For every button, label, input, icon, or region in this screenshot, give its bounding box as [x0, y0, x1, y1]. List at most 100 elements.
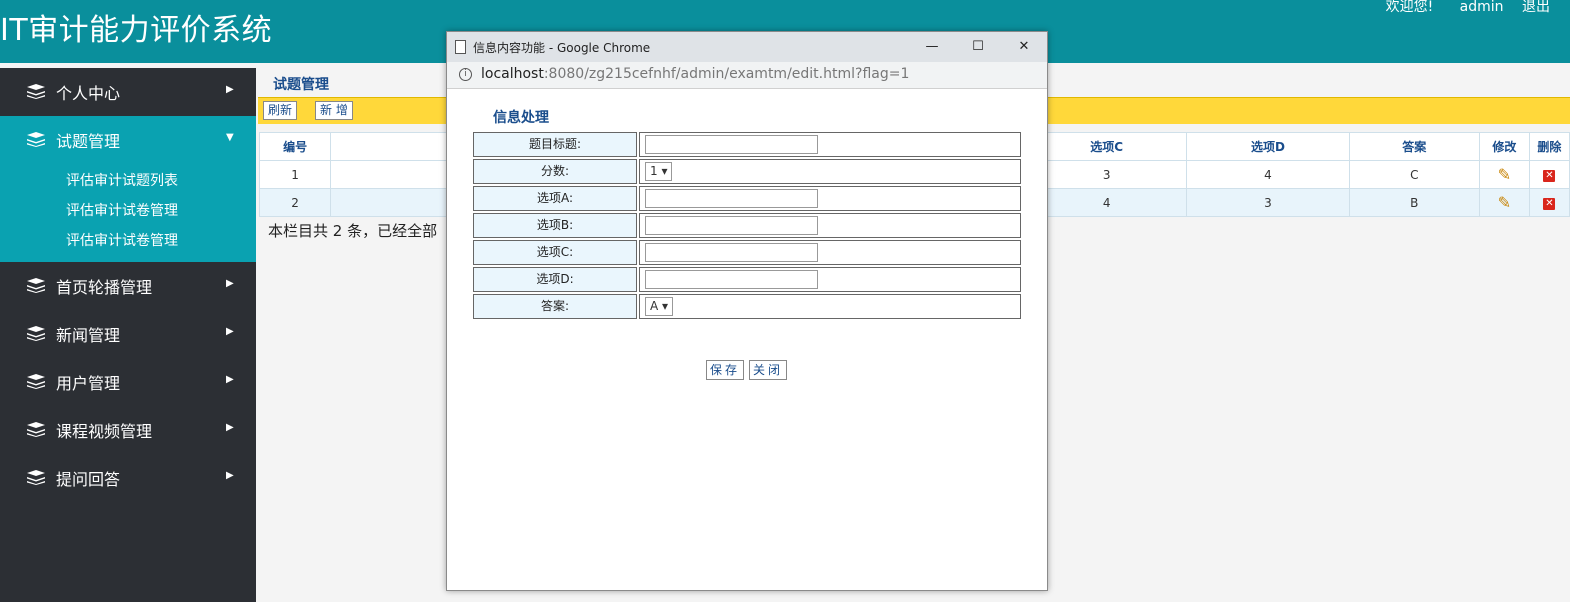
submenu-item-paper-management[interactable]: 评估审计试卷管理	[0, 196, 256, 226]
logout-link[interactable]: 退出	[1522, 0, 1550, 15]
option-d-input[interactable]	[645, 270, 818, 289]
stack-icon	[27, 422, 45, 437]
delete-cell: ✕	[1528, 188, 1570, 217]
option-c-input[interactable]	[645, 243, 818, 262]
form-row-answer: 答案: A ▾	[473, 294, 1023, 319]
submenu-item-question-list[interactable]: 评估审计试题列表	[0, 166, 256, 196]
cell-option-d: 4	[1186, 160, 1350, 189]
chevron-right-icon: ▶	[226, 278, 234, 289]
stack-icon	[27, 278, 45, 293]
stack-icon	[27, 470, 45, 485]
form-row-option-a: 选项A:	[473, 186, 1023, 211]
field-cell	[639, 132, 1021, 157]
record-count-text: 本栏目共 2 条，已经全部	[268, 222, 438, 240]
sidebar-item-exam-management[interactable]: 试题管理 ▼	[0, 116, 256, 164]
sidebar-item-qa[interactable]: 提问回答 ▶	[0, 454, 256, 502]
answer-select[interactable]: A ▾	[645, 297, 674, 316]
app-title: IT审计能力评价系统	[0, 13, 273, 48]
cell-option-c: 3	[1026, 160, 1188, 189]
save-button[interactable]: 保存	[706, 360, 745, 380]
field-label: 选项C:	[473, 240, 637, 265]
cell-option-c: 4	[1026, 188, 1188, 217]
form-row-option-c: 选项C:	[473, 240, 1023, 265]
url-text: localhost:8080/zg215cefnhf/admin/examtm/…	[481, 66, 910, 82]
cell-answer: C	[1348, 160, 1480, 189]
cell-option-d: 3	[1186, 188, 1350, 217]
cell-id: 1	[258, 160, 332, 189]
add-button[interactable]: 新 增	[315, 101, 353, 120]
column-header: 答案	[1348, 132, 1480, 161]
sidebar-item-label: 新闻管理	[56, 326, 121, 345]
chevron-right-icon: ▶	[226, 84, 234, 95]
address-bar[interactable]: i localhost:8080/zg215cefnhf/admin/examt…	[447, 62, 1047, 89]
column-header: 选项D	[1186, 132, 1350, 161]
stack-icon	[27, 374, 45, 389]
document-icon	[455, 40, 466, 54]
submenu: 评估审计试题列表 评估审计试卷管理 评估审计试卷管理	[0, 164, 256, 262]
window-titlebar[interactable]: 信息内容功能 - Google Chrome — ☐ ✕	[447, 32, 1047, 62]
page-title: 试题管理	[273, 77, 329, 93]
welcome-text: 欢迎您!	[1385, 0, 1434, 15]
stack-icon	[27, 132, 45, 147]
submenu-item-paper-management-2[interactable]: 评估审计试卷管理	[0, 226, 256, 256]
pencil-icon[interactable]: ✎	[1498, 165, 1511, 184]
field-label: 答案:	[473, 294, 637, 319]
form-row-title: 题目标题:	[473, 132, 1023, 157]
popup-window: 信息内容功能 - Google Chrome — ☐ ✕ i localhost…	[446, 31, 1048, 591]
field-label: 选项A:	[473, 186, 637, 211]
sidebar-item-label: 用户管理	[56, 374, 121, 393]
form-row-option-d: 选项D:	[473, 267, 1023, 292]
chevron-right-icon: ▶	[226, 374, 234, 385]
field-cell	[639, 213, 1021, 238]
chevron-down-icon: ▼	[226, 132, 234, 143]
option-b-input[interactable]	[645, 216, 818, 235]
option-a-input[interactable]	[645, 189, 818, 208]
pencil-icon[interactable]: ✎	[1498, 193, 1511, 212]
sidebar-item-label: 课程视频管理	[56, 422, 153, 441]
chevron-right-icon: ▶	[226, 470, 234, 481]
score-select[interactable]: 1 ▾	[645, 162, 673, 181]
column-header: 选项C	[1026, 132, 1188, 161]
delete-icon[interactable]: ✕	[1543, 170, 1556, 182]
delete-icon[interactable]: ✕	[1543, 198, 1556, 210]
sidebar: 个人中心 ▶ 试题管理 ▼ 评估审计试题列表 评估审计试卷管理 评估审计试卷管理…	[0, 68, 256, 602]
field-cell	[639, 240, 1021, 265]
close-button[interactable]: 关闭	[749, 360, 788, 380]
form-row-option-b: 选项B:	[473, 213, 1023, 238]
sidebar-item-news[interactable]: 新闻管理 ▶	[0, 310, 256, 358]
column-header: 修改	[1478, 132, 1530, 161]
sidebar-item-course-video[interactable]: 课程视频管理 ▶	[0, 406, 256, 454]
info-icon[interactable]: i	[459, 68, 472, 81]
cell-id: 2	[258, 188, 332, 217]
sidebar-item-label: 个人中心	[56, 84, 121, 103]
edit-cell: ✎	[1478, 188, 1530, 217]
sidebar-item-label: 首页轮播管理	[56, 278, 153, 297]
header-user-area: 欢迎您! admin 退出	[1364, 0, 1550, 16]
form-title: 信息处理	[493, 110, 549, 126]
stack-icon	[27, 84, 45, 99]
sidebar-item-label: 试题管理	[56, 132, 121, 151]
field-label: 分数:	[473, 159, 637, 184]
close-icon[interactable]: ✕	[1009, 36, 1039, 58]
title-input[interactable]	[645, 135, 818, 154]
sidebar-item-carousel[interactable]: 首页轮播管理 ▶	[0, 262, 256, 310]
field-label: 选项D:	[473, 267, 637, 292]
minimize-icon[interactable]: —	[917, 36, 947, 58]
column-header: 删除	[1528, 132, 1570, 161]
edit-cell: ✎	[1478, 160, 1530, 189]
stack-icon	[27, 326, 45, 341]
form-row-score: 分数: 1 ▾	[473, 159, 1023, 184]
cell-answer: B	[1348, 188, 1480, 217]
window-title: 信息内容功能 - Google Chrome	[473, 41, 651, 55]
maximize-icon[interactable]: ☐	[963, 36, 993, 58]
sidebar-item-users[interactable]: 用户管理 ▶	[0, 358, 256, 406]
refresh-button[interactable]: 刷新	[263, 101, 298, 120]
sidebar-item-label: 提问回答	[56, 470, 121, 489]
delete-cell: ✕	[1528, 160, 1570, 189]
column-header: 编号	[258, 132, 332, 161]
sidebar-item-personal-center[interactable]: 个人中心 ▶	[0, 68, 256, 116]
field-cell: A ▾	[639, 294, 1021, 319]
field-label: 题目标题:	[473, 132, 637, 157]
chevron-right-icon: ▶	[226, 326, 234, 337]
field-cell	[639, 267, 1021, 292]
